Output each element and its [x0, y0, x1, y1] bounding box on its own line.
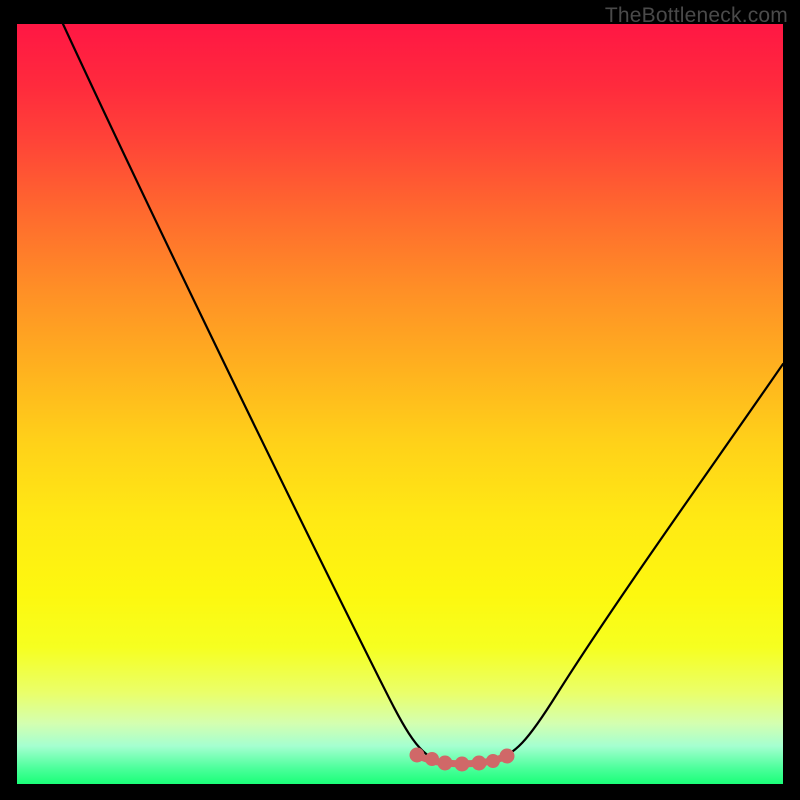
- watermark-text: TheBottleneck.com: [605, 4, 788, 28]
- chart-svg: [17, 24, 783, 784]
- bottleneck-curve: [63, 24, 783, 763]
- chart-frame: TheBottleneck.com: [0, 0, 800, 800]
- plot-area: [17, 24, 783, 784]
- optimal-segment: [413, 751, 511, 768]
